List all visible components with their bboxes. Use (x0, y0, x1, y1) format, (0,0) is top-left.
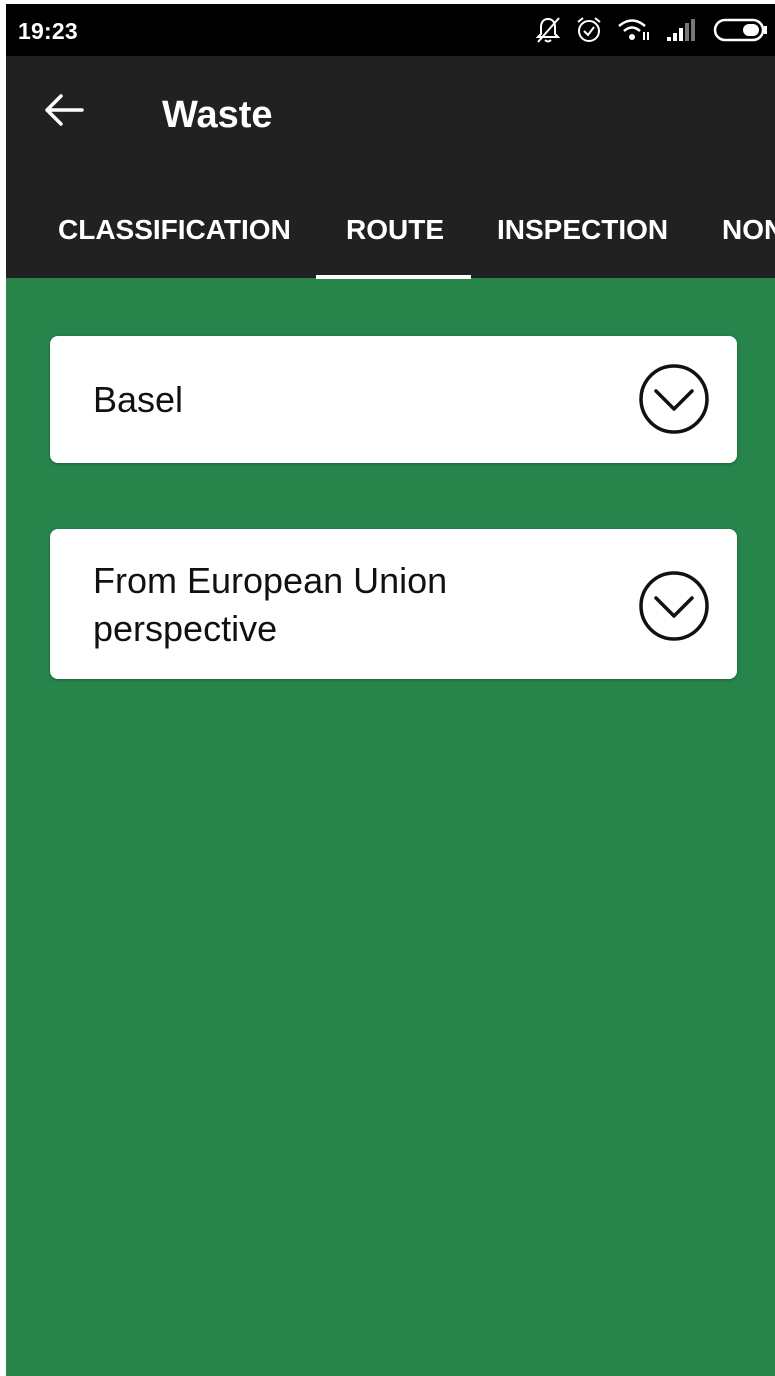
status-icons (535, 12, 769, 48)
status-time: 19:23 (18, 18, 78, 44)
bell-off-icon (535, 16, 561, 44)
tab-selected-indicator (316, 275, 471, 279)
tab-inspection[interactable]: INSPECTION (497, 204, 668, 278)
tab-label: CLASSIFICATION (58, 214, 291, 245)
chevron-down-circle-icon[interactable] (637, 362, 711, 436)
tab-non[interactable]: NON (722, 204, 775, 278)
card-label: Basel (93, 379, 184, 420)
card-label-line: From European Union (93, 560, 448, 601)
battery-icon (713, 17, 769, 43)
expandable-card-eu-perspective[interactable]: From European Union perspective (50, 529, 737, 679)
app-bar: Waste CLASSIFICATION ROUTE INSPECTION NO… (6, 56, 775, 279)
tab-bar: CLASSIFICATION ROUTE INSPECTION NON (6, 204, 775, 279)
back-button[interactable] (36, 84, 92, 140)
tab-label: INSPECTION (497, 214, 669, 245)
expandable-card-basel[interactable]: Basel (50, 336, 737, 463)
tab-classification[interactable]: CLASSIFICATION (58, 204, 291, 278)
tab-label: NON (722, 214, 775, 245)
tab-route[interactable]: ROUTE (346, 204, 444, 278)
card-label: From European Union perspective (93, 557, 447, 653)
signal-icon (665, 17, 699, 43)
alarm-icon (575, 16, 603, 44)
card-label-line: perspective (93, 608, 278, 649)
chevron-down-circle-icon[interactable] (637, 569, 711, 643)
page-title: Waste (162, 94, 273, 136)
arrow-left-icon (44, 93, 84, 132)
screen: 19:23 Waste CLASSIFICATION ROUTE INSPECT… (6, 4, 775, 1376)
wifi-icon (617, 17, 651, 43)
tab-label: ROUTE (346, 214, 444, 245)
status-bar: 19:23 (6, 4, 775, 56)
